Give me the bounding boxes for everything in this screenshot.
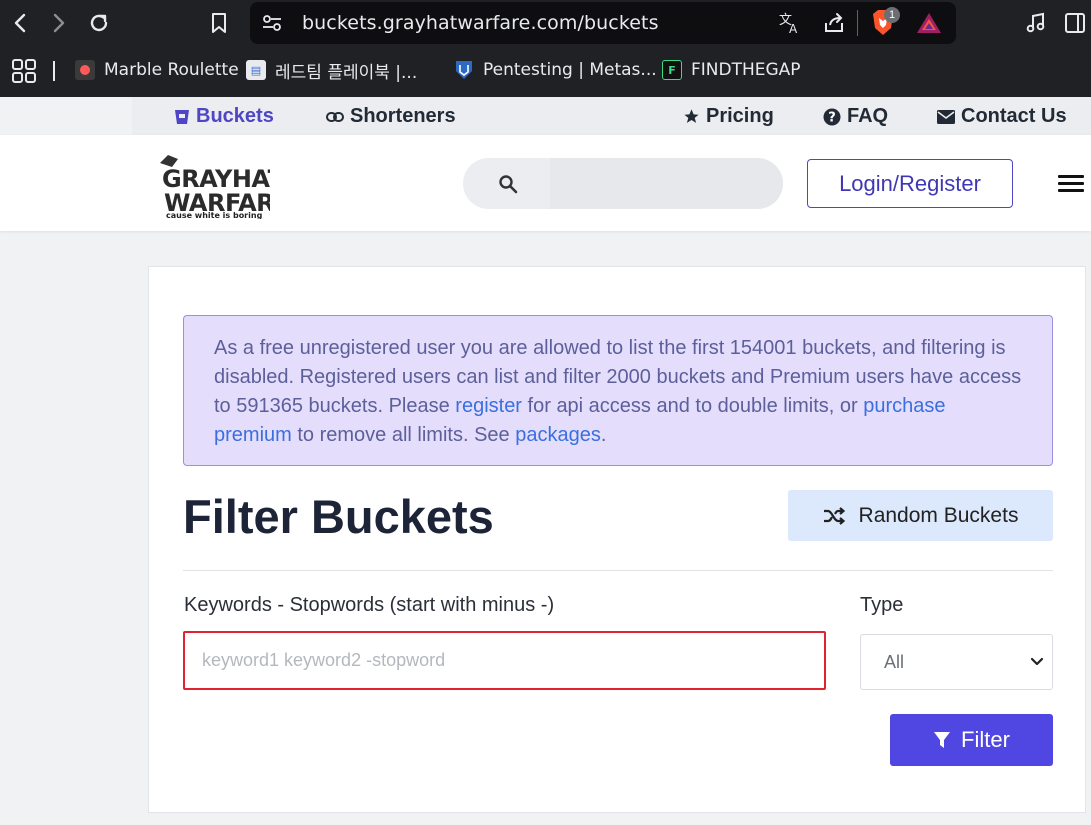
nav-pricing-label: Pricing	[706, 105, 774, 127]
packages-link[interactable]: packages	[515, 424, 601, 446]
nav-shorteners-label: Shorteners	[350, 105, 456, 127]
grayhat-logo[interactable]: GRAYHAT WARFARE cause white is boring	[158, 149, 291, 220]
funnel-icon	[934, 732, 951, 748]
bookmark-label: Marble Roulette	[104, 60, 239, 80]
apps-grid-icon[interactable]	[12, 59, 36, 88]
search-icon[interactable]	[498, 174, 518, 199]
book-favicon-icon: ▤	[246, 60, 266, 80]
bookmark-item[interactable]: ▤ 레드팀 플레이북 |...	[246, 57, 417, 83]
nav-shorteners[interactable]: Shorteners	[326, 105, 456, 128]
page-title: Filter Buckets	[183, 490, 494, 543]
reload-icon[interactable]	[84, 8, 114, 38]
star-icon	[684, 109, 699, 123]
keywords-label: Keywords - Stopwords (start with minus -…	[184, 594, 555, 616]
keywords-input[interactable]	[183, 631, 826, 690]
svg-text:A: A	[789, 22, 798, 35]
shield-badge: 1	[884, 7, 900, 23]
nav-faq[interactable]: ? FAQ	[823, 105, 888, 128]
type-select[interactable]: All	[860, 634, 1053, 690]
envelope-icon	[937, 109, 955, 124]
notice-text-2: for api access and to double limits, or	[521, 395, 864, 417]
marble-favicon-icon	[75, 60, 95, 80]
shuffle-icon	[823, 506, 845, 525]
site-top-nav: Buckets Shorteners Pricing ? FAQ Contact…	[132, 97, 1091, 135]
nav-buckets[interactable]: Buckets	[174, 105, 274, 128]
chevron-down-icon	[1030, 657, 1044, 666]
nav-contact-label: Contact Us	[961, 105, 1067, 127]
url-text: buckets.grayhatwarfare.com/buckets	[302, 12, 659, 34]
bookmark-label: FINDTHEGAP	[691, 60, 801, 80]
link-icon	[326, 111, 344, 122]
browser-toolbar: buckets.grayhatwarfare.com/buckets 文A 1	[0, 0, 1091, 46]
site-header: GRAYHAT WARFARE cause white is boring Lo…	[0, 135, 1091, 231]
filter-button-label: Filter	[961, 727, 1010, 752]
bookmark-label: Pentesting | Metas...	[483, 60, 657, 80]
notice-text-3: to remove all limits. See	[291, 424, 516, 446]
brave-rewards-icon[interactable]	[916, 11, 942, 40]
bookmark-icon[interactable]	[204, 8, 234, 38]
random-buckets-label: Random Buckets	[858, 503, 1019, 527]
filter-card: As a free unregistered user you are allo…	[148, 266, 1086, 813]
section-divider	[183, 570, 1053, 571]
media-icon[interactable]	[1021, 8, 1051, 38]
forward-icon[interactable]	[44, 8, 74, 38]
filter-button[interactable]: Filter	[890, 714, 1053, 766]
metasploit-favicon-icon	[454, 60, 474, 80]
question-circle-icon: ?	[823, 108, 841, 125]
login-register-button[interactable]: Login/Register	[807, 159, 1013, 208]
share-icon[interactable]	[822, 11, 846, 40]
address-bar[interactable]: buckets.grayhatwarfare.com/buckets 文A 1	[250, 2, 956, 44]
svg-text:?: ?	[828, 110, 836, 125]
notice-text-4: .	[600, 424, 607, 446]
logo-tagline: cause white is boring	[166, 211, 263, 219]
bookmark-item[interactable]: Marble Roulette	[75, 57, 239, 83]
bookmarks-separator	[53, 61, 55, 81]
free-user-notice: As a free unregistered user you are allo…	[183, 315, 1053, 466]
sidebar-icon[interactable]	[1060, 8, 1090, 38]
random-buckets-button[interactable]: Random Buckets	[788, 490, 1053, 541]
translate-icon[interactable]: 文A	[778, 11, 802, 40]
back-icon[interactable]	[5, 8, 35, 38]
nav-pricing[interactable]: Pricing	[683, 105, 774, 128]
hamburger-menu-icon[interactable]	[1058, 175, 1084, 193]
bookmarks-bar: Marble Roulette ▤ 레드팀 플레이북 |... Pentesti…	[0, 46, 1091, 97]
nav-contact[interactable]: Contact Us	[937, 105, 1067, 128]
search-input[interactable]	[550, 158, 783, 209]
nav-faq-label: FAQ	[847, 105, 889, 127]
bookmark-label: 레드팀 플레이북 |...	[275, 62, 418, 83]
nav-buckets-label: Buckets	[196, 105, 274, 127]
header-search[interactable]	[463, 158, 783, 209]
brave-shield-icon[interactable]: 1	[870, 7, 900, 43]
site-settings-icon[interactable]	[262, 13, 282, 38]
bookmark-item[interactable]: F FINDTHEGAP	[662, 57, 801, 83]
bucket-icon	[175, 109, 189, 124]
address-divider	[857, 10, 858, 36]
register-link[interactable]: register	[455, 395, 522, 417]
type-select-value: All	[884, 651, 905, 672]
bookmark-item[interactable]: Pentesting | Metas...	[454, 57, 657, 83]
findthegap-favicon-icon: F	[662, 60, 682, 80]
type-label: Type	[860, 594, 904, 616]
